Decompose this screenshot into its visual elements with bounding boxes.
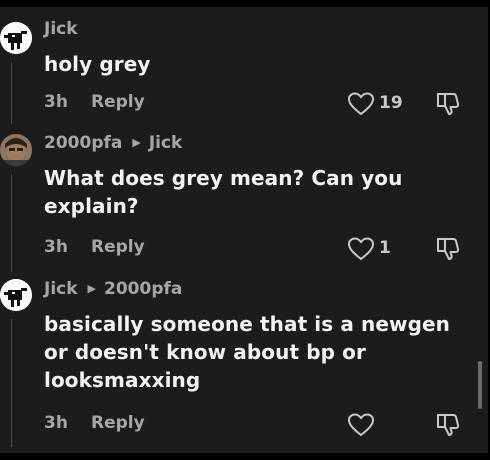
timestamp: 3h xyxy=(44,92,68,112)
comment-text: What does grey mean? Can you explain? xyxy=(44,166,403,218)
reply-to-name[interactable]: 2000pfa xyxy=(104,279,182,299)
dislike-button[interactable] xyxy=(435,412,461,438)
heart-outline-icon xyxy=(347,413,375,437)
like-button[interactable] xyxy=(347,92,375,116)
like-count: 1 xyxy=(379,238,391,258)
reply-to-name[interactable]: Jick xyxy=(149,133,183,153)
thread-line xyxy=(11,174,12,272)
avatar[interactable] xyxy=(0,279,32,311)
author-name[interactable]: Jick xyxy=(44,19,78,39)
comments-panel: Jick holy grey 3h Reply 19 2000pfa ▶ Jic… xyxy=(0,7,488,453)
thread-line xyxy=(11,62,12,124)
author-row: Jick xyxy=(44,19,78,39)
reply-button[interactable]: Reply xyxy=(91,413,145,433)
thread-line xyxy=(11,319,12,447)
caret-right-icon: ▶ xyxy=(87,281,97,295)
scrollbar[interactable] xyxy=(478,361,482,409)
avatar[interactable] xyxy=(0,134,32,166)
author-row: 2000pfa ▶ Jick xyxy=(44,133,182,153)
author-name[interactable]: 2000pfa xyxy=(44,133,122,153)
like-button[interactable] xyxy=(347,413,375,437)
comment-text: basically someone that is a newgen or do… xyxy=(44,312,450,392)
reply-button[interactable]: Reply xyxy=(91,237,145,257)
dislike-button[interactable] xyxy=(435,91,461,117)
timestamp: 3h xyxy=(44,237,68,257)
thumbs-down-icon xyxy=(437,414,460,436)
like-button[interactable] xyxy=(347,237,375,261)
avatar[interactable] xyxy=(0,22,32,54)
thumbs-down-icon xyxy=(437,238,460,260)
reply-button[interactable]: Reply xyxy=(91,92,145,112)
dislike-button[interactable] xyxy=(435,236,461,262)
heart-outline-icon xyxy=(347,237,375,261)
heart-outline-icon xyxy=(347,92,375,116)
thumbs-down-icon xyxy=(437,93,460,115)
timestamp: 3h xyxy=(44,413,68,433)
author-name[interactable]: Jick xyxy=(44,279,78,299)
like-count: 19 xyxy=(379,93,403,113)
comment-text: holy grey xyxy=(44,52,151,76)
author-row: Jick ▶ 2000pfa xyxy=(44,279,182,299)
caret-right-icon: ▶ xyxy=(132,135,141,149)
